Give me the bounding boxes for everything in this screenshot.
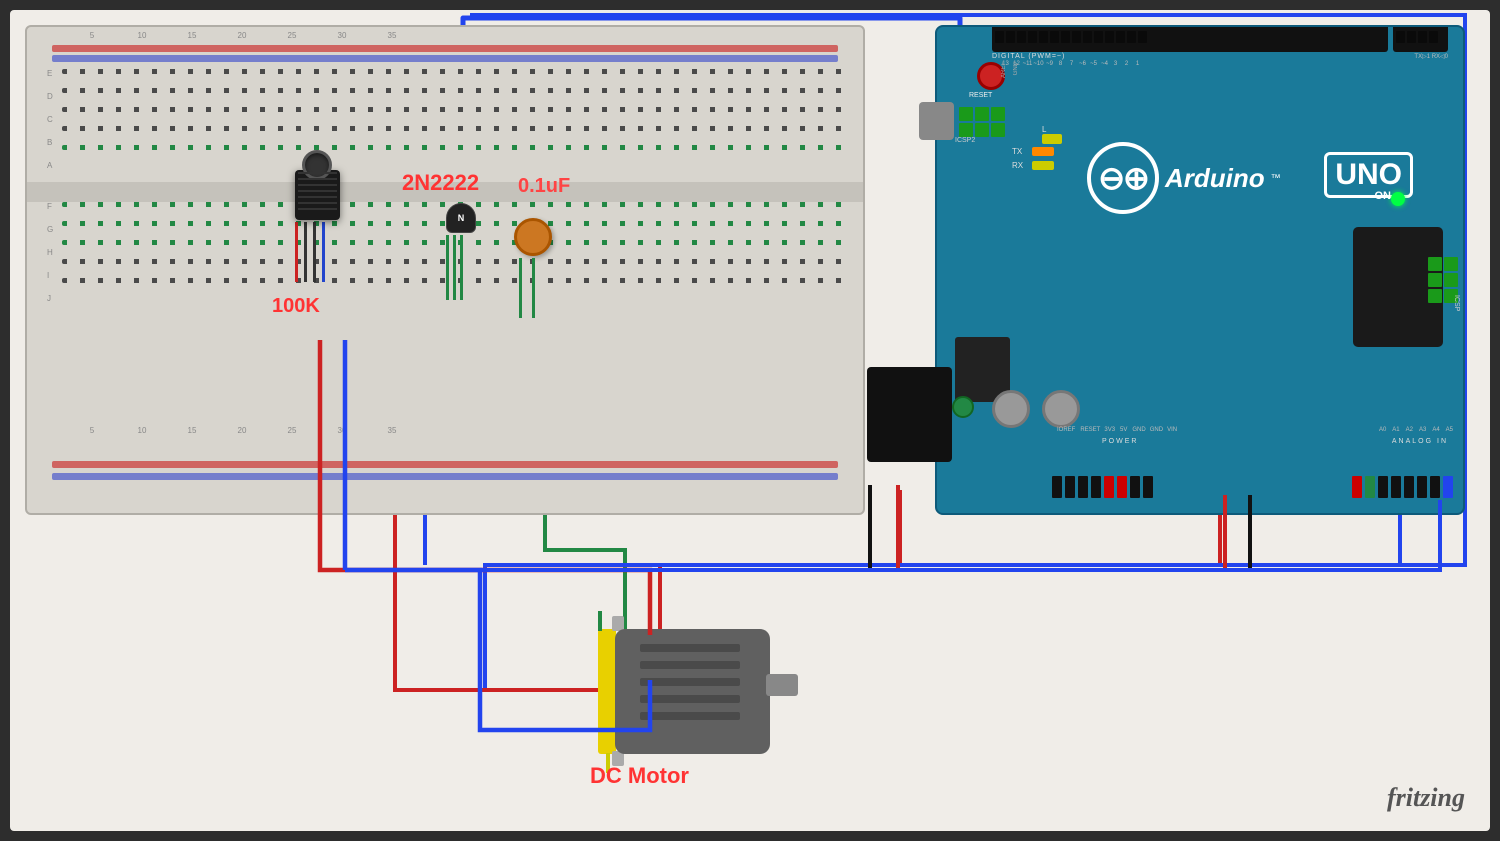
rail-bottom-red [52, 461, 838, 468]
gnd-label: GND [1011, 62, 1022, 75]
rx-label: RX [1012, 161, 1023, 170]
led-rx [1032, 161, 1054, 170]
icsp2-label: ICSP2 [955, 137, 975, 144]
analog-connector [1352, 476, 1453, 498]
potentiometer-label: 100K [272, 295, 320, 318]
breadboard-col-numbers-bottom: 5 10 15 20 25 30 35 [67, 426, 837, 435]
usb-connector [919, 102, 954, 140]
power-pin-labels: IOREF RESET 3V3 5V GND GND VIN [1057, 427, 1177, 433]
arduino-uno: DIGITAL (PWM=~) ~ 13 12 ~11 ~10 ~9 8 7 ~… [935, 25, 1465, 515]
digital-pin-header [992, 27, 1388, 52]
main-canvas: 5 10 15 20 25 30 35 E D C B A [0, 0, 1500, 841]
tx-label: TX [1012, 147, 1022, 156]
capacitor-01uf [514, 218, 552, 318]
arduino-uno-label: UNO [1324, 152, 1413, 198]
diagram-area: 5 10 15 20 25 30 35 E D C B A [10, 10, 1490, 831]
rail-top-blue [52, 55, 838, 62]
breadboard: 5 10 15 20 25 30 35 E D C B A [25, 25, 865, 515]
on-label: ON [1375, 190, 1392, 202]
analog-in-label: ANALOG IN [1392, 438, 1448, 445]
pin-numbers: ~ 13 12 ~11 ~10 ~9 8 7 ~6 ~5 ~4 3 2 1 [989, 61, 1388, 67]
arduino-caps [992, 390, 1080, 428]
power-connector [1052, 476, 1153, 498]
led-l-label: L [1042, 125, 1046, 134]
motor-label: DC Motor [590, 763, 689, 789]
breadboard-col-numbers-top: 5 10 15 20 25 30 35 [67, 31, 837, 40]
txrx-pin-header [1393, 27, 1448, 52]
analog-pin-labels: A0 A1 A2 A3 A4 A5 [1379, 427, 1453, 433]
arduino-brand: Arduino [1165, 163, 1265, 194]
power-label: POWER [1102, 438, 1138, 445]
txrx-label: TX▷1 RX◁0 [1414, 53, 1448, 60]
transistor-2n2222: N [446, 203, 476, 300]
breadboard-top-rows: E D C B A [62, 69, 843, 164]
icsp2-connector [959, 107, 1005, 137]
rail-bottom-blue [52, 473, 838, 480]
power-indicator [952, 396, 974, 418]
rail-top-red [52, 45, 838, 52]
dc-jack [867, 367, 952, 462]
potentiometer [295, 170, 340, 282]
reset-label: RESET [969, 92, 992, 99]
led-tx [1032, 147, 1054, 156]
dc-motor: DC Motor [560, 611, 790, 781]
digital-pwm-label: DIGITAL (PWM=~) [992, 53, 1065, 60]
arduino-logo: ⊖⊕ Arduino ™ [1087, 142, 1281, 214]
transistor-label: 2N2222 [402, 170, 479, 196]
led-l [1042, 134, 1062, 144]
aref-label: AREF [999, 62, 1010, 78]
capacitor-label: 0.1uF [518, 175, 570, 198]
fritzing-watermark: fritzing [1387, 783, 1465, 813]
led-on [1391, 192, 1405, 206]
icsp-right-label: ICSP [1453, 295, 1460, 311]
